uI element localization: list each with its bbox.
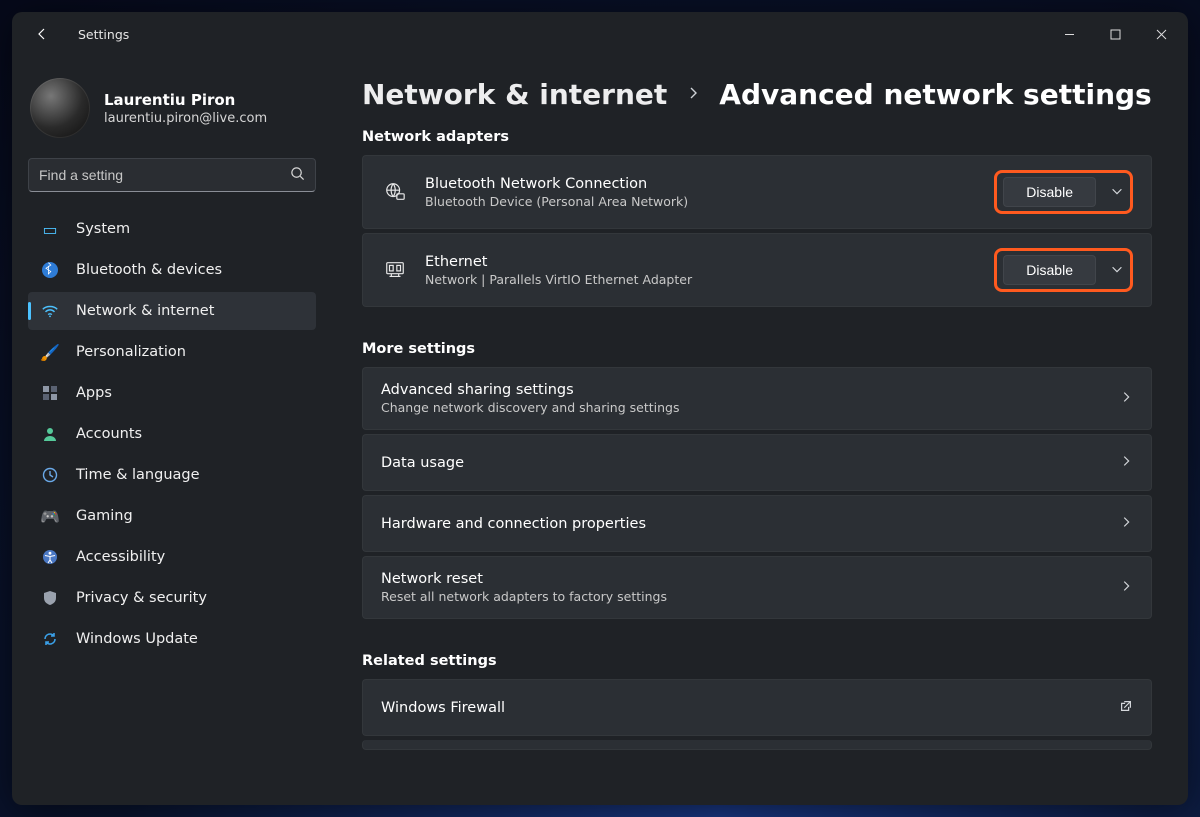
setting-hardware-properties[interactable]: Hardware and connection properties: [362, 495, 1152, 552]
search-input[interactable]: [39, 167, 290, 183]
titlebar: Settings: [12, 12, 1188, 56]
sidebar-item-label: Accounts: [76, 426, 142, 442]
sidebar-item-label: Bluetooth & devices: [76, 262, 222, 278]
setting-title: Windows Firewall: [381, 700, 505, 716]
sidebar-item-label: Network & internet: [76, 303, 214, 319]
update-icon: [40, 629, 60, 649]
setting-title: Network reset: [381, 571, 667, 587]
disable-button[interactable]: Disable: [1003, 255, 1096, 285]
sidebar-item-gaming[interactable]: 🎮 Gaming: [28, 497, 316, 535]
sidebar-item-label: Apps: [76, 385, 112, 401]
settings-window: Settings Laurentiu Piron laurentiu.piron…: [12, 12, 1188, 805]
chevron-down-icon[interactable]: [1110, 183, 1124, 202]
maximize-icon: [1110, 29, 1121, 40]
sidebar-item-accessibility[interactable]: Accessibility: [28, 538, 316, 576]
chevron-right-icon: [685, 85, 701, 105]
sidebar-item-network[interactable]: Network & internet: [28, 292, 316, 330]
user-email: laurentiu.piron@live.com: [104, 111, 267, 126]
sidebar-item-label: Personalization: [76, 344, 186, 360]
sidebar-item-time-language[interactable]: Time & language: [28, 456, 316, 494]
sidebar-item-label: Windows Update: [76, 631, 198, 647]
search-box[interactable]: [28, 158, 316, 192]
sidebar-item-apps[interactable]: Apps: [28, 374, 316, 412]
close-button[interactable]: [1138, 18, 1184, 50]
adapter-subtitle: Bluetooth Device (Personal Area Network): [425, 194, 688, 209]
close-icon: [1156, 29, 1167, 40]
highlight-box: Disable: [994, 248, 1133, 292]
adapter-list: Bluetooth Network Connection Bluetooth D…: [362, 155, 1152, 307]
shield-icon: [40, 588, 60, 608]
user-profile[interactable]: Laurentiu Piron laurentiu.piron@live.com: [24, 62, 320, 158]
sidebar: Laurentiu Piron laurentiu.piron@live.com…: [12, 56, 332, 805]
adapter-row-ethernet[interactable]: Ethernet Network | Parallels VirtIO Ethe…: [362, 233, 1152, 307]
setting-subtitle: Reset all network adapters to factory se…: [381, 589, 667, 604]
sidebar-item-bluetooth[interactable]: Bluetooth & devices: [28, 251, 316, 289]
minimize-icon: [1064, 29, 1075, 40]
setting-windows-firewall[interactable]: Windows Firewall: [362, 679, 1152, 736]
sidebar-nav: ▭ System Bluetooth & devices Network & i…: [24, 210, 320, 658]
section-related-settings: Related settings: [362, 653, 1152, 669]
sidebar-item-windows-update[interactable]: Windows Update: [28, 620, 316, 658]
setting-data-usage[interactable]: Data usage: [362, 434, 1152, 491]
disable-button[interactable]: Disable: [1003, 177, 1096, 207]
highlight-box: Disable: [994, 170, 1133, 214]
open-external-icon: [1119, 698, 1133, 717]
setting-network-reset[interactable]: Network reset Reset all network adapters…: [362, 556, 1152, 619]
breadcrumb-parent[interactable]: Network & internet: [362, 78, 667, 111]
clock-globe-icon: [40, 465, 60, 485]
setting-title: Hardware and connection properties: [381, 516, 646, 532]
adapter-row-bluetooth[interactable]: Bluetooth Network Connection Bluetooth D…: [362, 155, 1152, 229]
bluetooth-icon: [40, 260, 60, 280]
setting-title: Data usage: [381, 455, 464, 471]
breadcrumb: Network & internet Advanced network sett…: [362, 78, 1152, 111]
paintbrush-icon: 🖌️: [40, 342, 60, 362]
accessibility-icon: [40, 547, 60, 567]
setting-subtitle: Change network discovery and sharing set…: [381, 400, 679, 415]
search-icon: [290, 166, 305, 185]
adapter-subtitle: Network | Parallels VirtIO Ethernet Adap…: [425, 272, 692, 287]
partial-next-card: [362, 740, 1152, 750]
main-content: Network & internet Advanced network sett…: [332, 56, 1188, 805]
person-icon: [40, 424, 60, 444]
chevron-right-icon: [1119, 578, 1133, 597]
apps-icon: [40, 383, 60, 403]
sidebar-item-label: Privacy & security: [76, 590, 207, 606]
breadcrumb-current: Advanced network settings: [719, 78, 1151, 111]
minimize-button[interactable]: [1046, 18, 1092, 50]
more-settings-list: Advanced sharing settings Change network…: [362, 367, 1152, 619]
sidebar-item-label: Gaming: [76, 508, 133, 524]
window-title: Settings: [78, 27, 129, 42]
related-settings-list: Windows Firewall: [362, 679, 1152, 750]
section-network-adapters: Network adapters: [362, 129, 1152, 145]
section-more-settings: More settings: [362, 341, 1152, 357]
sidebar-item-system[interactable]: ▭ System: [28, 210, 316, 248]
gamepad-icon: 🎮: [40, 506, 60, 526]
avatar: [30, 78, 90, 138]
chevron-down-icon[interactable]: [1110, 261, 1124, 280]
wifi-icon: [40, 301, 60, 321]
sidebar-item-label: Accessibility: [76, 549, 165, 565]
sidebar-item-label: System: [76, 221, 130, 237]
chevron-right-icon: [1119, 453, 1133, 472]
arrow-left-icon: [34, 26, 50, 42]
globe-network-icon: [381, 181, 409, 203]
sidebar-item-accounts[interactable]: Accounts: [28, 415, 316, 453]
back-button[interactable]: [22, 16, 62, 52]
maximize-button[interactable]: [1092, 18, 1138, 50]
adapter-title: Ethernet: [425, 254, 692, 270]
sidebar-item-privacy[interactable]: Privacy & security: [28, 579, 316, 617]
sidebar-item-label: Time & language: [76, 467, 200, 483]
display-icon: ▭: [40, 219, 60, 239]
setting-advanced-sharing[interactable]: Advanced sharing settings Change network…: [362, 367, 1152, 430]
adapter-title: Bluetooth Network Connection: [425, 176, 688, 192]
user-name: Laurentiu Piron: [104, 91, 267, 109]
ethernet-icon: [381, 259, 409, 281]
chevron-right-icon: [1119, 389, 1133, 408]
sidebar-item-personalization[interactable]: 🖌️ Personalization: [28, 333, 316, 371]
setting-title: Advanced sharing settings: [381, 382, 679, 398]
chevron-right-icon: [1119, 514, 1133, 533]
